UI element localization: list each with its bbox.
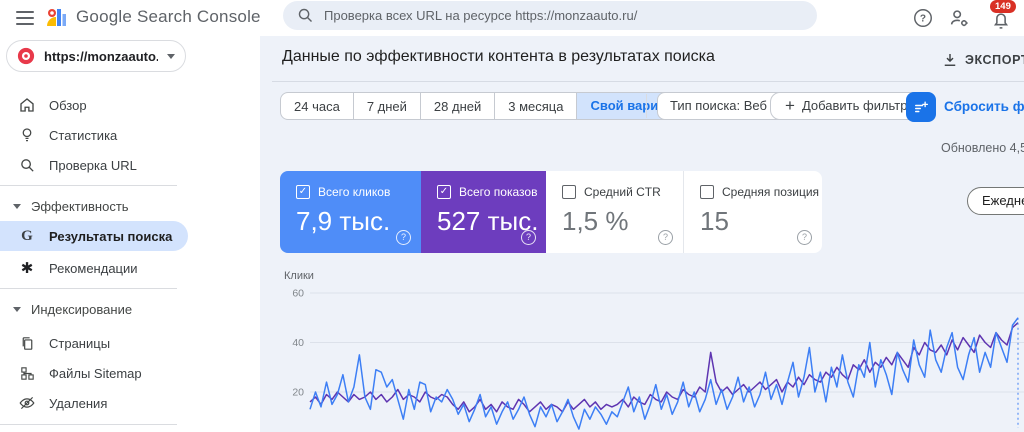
sidebar-item-removals[interactable]: Удаления: [0, 388, 230, 418]
search-icon: [298, 8, 313, 23]
search-placeholder: Проверка всех URL на ресурсе https://mon…: [324, 8, 638, 23]
chevron-down-icon: [13, 306, 21, 312]
add-filter-chip[interactable]: + Добавить фильтр: [770, 92, 923, 120]
average-ctr-card[interactable]: Средний CTR 1,5 % ?: [546, 171, 683, 253]
sitemap-icon: [18, 364, 36, 382]
pages-icon: [18, 334, 36, 352]
lightbulb-icon: [18, 126, 36, 144]
help-icon[interactable]: ?: [658, 230, 673, 245]
chips-separator: [646, 94, 647, 118]
chip-28-days[interactable]: 28 дней: [420, 92, 496, 120]
metric-cards: ✓ Всего кликов 7,9 тыс. ? ✓ Всего показо…: [280, 171, 822, 253]
help-icon[interactable]: ?: [521, 230, 536, 245]
date-range-chips: 24 часа 7 дней 28 дней 3 месяца Свой вар…: [280, 92, 709, 120]
sidebar-divider: [0, 424, 177, 425]
home-icon: [18, 96, 36, 114]
app-header: Google Search Console Проверка всех URL …: [0, 0, 1024, 36]
sidebar-item-recommendations[interactable]: ✱ Рекомендации: [0, 253, 230, 283]
sidebar-item-search-results[interactable]: G Результаты поиска: [0, 221, 188, 251]
sidebar-item-pages[interactable]: Страницы: [0, 328, 230, 358]
filter-button[interactable]: [906, 92, 936, 122]
app-logo[interactable]: Google Search Console: [44, 5, 261, 29]
updated-timestamp: Обновлено 4,5 ч. назад: [941, 141, 1024, 155]
sidebar: https://monzaauto.ru/ Обзор Статистика П…: [0, 36, 260, 432]
svg-text:60: 60: [292, 288, 304, 300]
checkbox-unchecked-icon[interactable]: [700, 185, 714, 199]
chevron-down-icon: [167, 53, 175, 59]
average-position-card[interactable]: Средняя позиция 15 ?: [683, 171, 822, 253]
sidebar-item-insights[interactable]: Статистика: [0, 120, 230, 150]
sidebar-divider: [0, 288, 177, 289]
bell-icon[interactable]: [990, 10, 1012, 32]
chevron-down-icon: [13, 203, 21, 209]
download-icon: [944, 54, 956, 66]
svg-text:?: ?: [920, 14, 926, 25]
search-console-logo-icon: [47, 9, 66, 26]
url-inspection-search-input[interactable]: Проверка всех URL на ресурсе https://mon…: [283, 1, 817, 30]
plus-icon: +: [785, 96, 795, 115]
chip-3-months[interactable]: 3 месяца: [495, 92, 578, 120]
filter-icon: [915, 101, 929, 113]
notification-badge: 149: [990, 0, 1016, 13]
help-icon[interactable]: ?: [396, 230, 411, 245]
sidebar-divider: [0, 185, 177, 186]
title-divider: [272, 81, 1024, 82]
chip-7-days[interactable]: 7 дней: [353, 92, 421, 120]
property-url: https://monzaauto.ru/: [44, 48, 158, 64]
checkbox-checked-icon[interactable]: ✓: [296, 185, 310, 199]
total-impressions-card[interactable]: ✓ Всего показов 527 тыс. ?: [421, 171, 546, 253]
help-icon[interactable]: ?: [912, 7, 934, 29]
menu-icon[interactable]: [16, 11, 34, 25]
sidebar-item-overview[interactable]: Обзор: [0, 90, 230, 120]
help-icon[interactable]: ?: [797, 230, 812, 245]
property-selector[interactable]: https://monzaauto.ru/: [6, 40, 186, 72]
checkbox-unchecked-icon[interactable]: [562, 185, 576, 199]
search-icon: [18, 156, 36, 174]
sidebar-item-url-inspection[interactable]: Проверка URL: [0, 150, 230, 180]
export-button[interactable]: ЭКСПОРТИРОВАТЬ: [941, 51, 1024, 69]
property-favicon: [17, 47, 35, 65]
account-settings-icon[interactable]: [948, 7, 970, 29]
checkbox-checked-icon[interactable]: ✓: [437, 185, 451, 199]
sidebar-item-sitemaps[interactable]: Файлы Sitemap: [0, 358, 230, 388]
total-clicks-card[interactable]: ✓ Всего кликов 7,9 тыс. ?: [280, 171, 421, 253]
performance-chart[interactable]: 20 40 60: [280, 270, 1024, 432]
eye-slash-icon: [18, 394, 36, 412]
svg-text:40: 40: [292, 337, 304, 349]
asterisk-icon: ✱: [20, 260, 34, 277]
chip-24-hours[interactable]: 24 часа: [280, 92, 354, 120]
svg-text:20: 20: [292, 387, 304, 399]
app-title: Google Search Console: [76, 7, 261, 26]
sidebar-section-indexing[interactable]: Индексирование: [0, 296, 230, 322]
google-g-icon: G: [21, 227, 33, 244]
reset-filters-link[interactable]: Сбросить фильтры: [944, 99, 1024, 114]
granularity-button[interactable]: Ежедневно: [967, 187, 1024, 215]
page-title: Данные по эффективности контента в резул…: [282, 48, 715, 65]
sidebar-section-performance[interactable]: Эффективность: [0, 193, 230, 219]
